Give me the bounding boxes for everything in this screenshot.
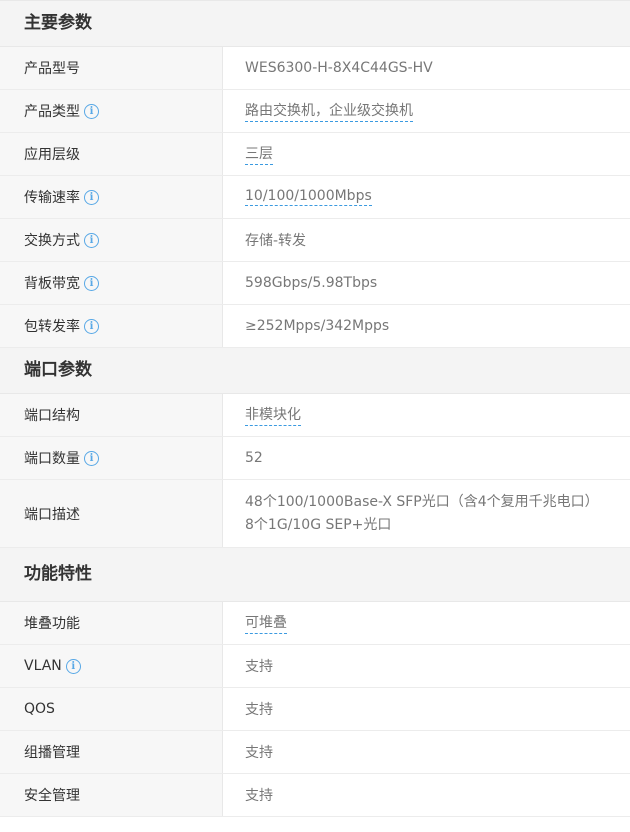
spec-row-speed: 传输速率 i 10/100/1000Mbps [0,176,630,219]
label-text: 包转发率 [24,319,80,335]
spec-label: 背板带宽 i [0,262,223,304]
spec-label: 端口数量 i [0,437,223,479]
label-text: 传输速率 [24,190,80,206]
spec-value: 存储-转发 [223,219,630,261]
label-text: VLAN [24,658,62,674]
info-icon[interactable]: i [84,103,99,119]
spec-row-qos: QOS 支持 [0,688,630,731]
spec-value: 10/100/1000Mbps [223,176,630,218]
spec-row-multicast: 组播管理 支持 [0,731,630,774]
value-text: 支持 [245,788,273,804]
value-text-line1: 48个100/1000Base-X SFP光口（含4个复用千兆电口） [245,493,599,510]
spec-row-security: 安全管理 支持 [0,774,630,817]
value-link[interactable]: 三层 [245,143,273,165]
value-text-line2: 8个1G/10G SEP+光口 [245,516,392,533]
value-text: 支持 [245,659,273,675]
value-text: WES6300-H-8X4C44GS-HV [245,60,433,76]
spec-value: 支持 [223,688,630,730]
spec-value: 三层 [223,133,630,175]
section-header-main: 主要参数 [0,1,630,47]
spec-value: 52 [223,437,630,479]
spec-row-vlan: VLAN i 支持 [0,645,630,688]
spec-row-stacking: 堆叠功能 可堆叠 [0,602,630,645]
spec-label: 端口描述 [0,480,223,547]
label-text: 应用层级 [24,147,80,163]
section-header-port: 端口参数 [0,348,630,394]
value-link[interactable]: 非模块化 [245,404,301,426]
value-text: 支持 [245,745,273,761]
label-text: 端口数量 [24,451,80,467]
spec-value: 支持 [223,731,630,773]
value-link[interactable]: 10/100/1000Mbps [245,188,372,206]
label-text: 端口结构 [24,408,80,424]
value-link[interactable]: 路由交换机，企业级交换机 [245,100,413,122]
info-icon[interactable]: i [65,658,81,674]
spec-value: 非模块化 [223,394,630,436]
spec-label: 包转发率 i [0,305,223,347]
value-link[interactable]: 可堆叠 [245,612,287,634]
value-text: 存储-转发 [245,233,307,249]
spec-label: 交换方式 i [0,219,223,261]
label-text: 产品类型 [24,104,80,120]
spec-label: 产品类型 i [0,90,223,132]
spec-label: 传输速率 i [0,176,223,218]
spec-value: 支持 [223,774,630,816]
spec-label: QOS [0,688,223,730]
spec-table: 主要参数 产品型号 WES6300-H-8X4C44GS-HV 产品类型 i 路由… [0,0,630,817]
spec-label: 产品型号 [0,47,223,89]
spec-row-product-type: 产品类型 i 路由交换机，企业级交换机 [0,90,630,133]
value-text: 52 [245,450,263,466]
spec-label: 应用层级 [0,133,223,175]
section-header-feature: 功能特性 [0,548,630,602]
spec-value: 可堆叠 [223,602,630,644]
spec-label: 堆叠功能 [0,602,223,644]
spec-value: 598Gbps/5.98Tbps [223,262,630,304]
spec-row-port-count: 端口数量 i 52 [0,437,630,480]
value-text: 598Gbps/5.98Tbps [245,275,378,291]
label-text: 背板带宽 [24,276,80,292]
info-icon[interactable]: i [84,450,99,466]
info-icon[interactable]: i [84,232,99,248]
spec-value: WES6300-H-8X4C44GS-HV [223,47,630,89]
label-text: 组播管理 [24,745,80,761]
info-icon[interactable]: i [84,189,99,205]
spec-row-switch-mode: 交换方式 i 存储-转发 [0,219,630,262]
spec-value: 路由交换机，企业级交换机 [223,90,630,132]
spec-row-model: 产品型号 WES6300-H-8X4C44GS-HV [0,47,630,90]
label-text: 产品型号 [24,61,80,77]
value-text: ≥252Mpps/342Mpps [245,318,390,334]
spec-row-port-structure: 端口结构 非模块化 [0,394,630,437]
label-text: 安全管理 [24,788,80,804]
spec-label: VLAN i [0,645,223,687]
value-text: 支持 [245,702,273,718]
info-icon[interactable]: i [84,318,99,334]
label-text: QOS [24,701,55,717]
spec-label: 组播管理 [0,731,223,773]
label-text: 端口描述 [24,506,80,523]
spec-label: 安全管理 [0,774,223,816]
spec-value: 48个100/1000Base-X SFP光口（含4个复用千兆电口） 8个1G/… [223,480,630,547]
spec-label: 端口结构 [0,394,223,436]
spec-row-port-desc: 端口描述 48个100/1000Base-X SFP光口（含4个复用千兆电口） … [0,480,630,548]
info-icon[interactable]: i [84,275,99,291]
spec-value: ≥252Mpps/342Mpps [223,305,630,347]
label-text: 堆叠功能 [24,616,80,632]
spec-value: 支持 [223,645,630,687]
label-text: 交换方式 [24,233,80,249]
spec-row-backplane: 背板带宽 i 598Gbps/5.98Tbps [0,262,630,305]
spec-row-forwarding: 包转发率 i ≥252Mpps/342Mpps [0,305,630,348]
spec-row-app-level: 应用层级 三层 [0,133,630,176]
